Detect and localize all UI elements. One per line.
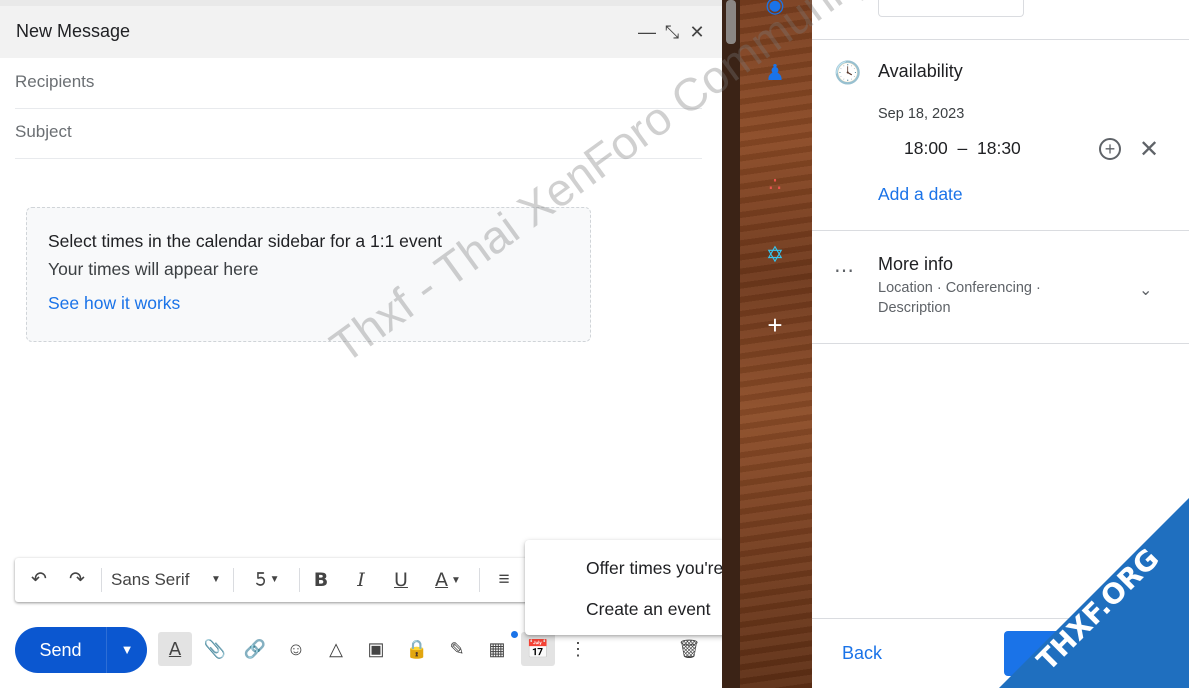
remove-time-icon[interactable]: ✕ [1139, 135, 1159, 164]
link-icon[interactable]: 🔗 [243, 636, 267, 662]
add-date-link[interactable]: Add a date [878, 184, 963, 205]
text-size-icon[interactable]: 𝟻 ▼ [245, 566, 289, 594]
slack-app-icon[interactable]: ✡ [760, 240, 790, 270]
attach-icon[interactable]: 📎 [203, 636, 227, 662]
desktop-background [740, 0, 812, 688]
expand-icon[interactable]: ⤡ [662, 20, 682, 44]
availability-title: Availability [878, 61, 963, 81]
card-title: Select times in the calendar sidebar for… [48, 231, 442, 251]
subject-placeholder: Subject [15, 122, 72, 141]
scrollbar-thumb[interactable] [726, 0, 736, 44]
toolbar-divider [299, 568, 300, 592]
more-info-title: More info [878, 254, 954, 274]
time-end: 18:30 [977, 138, 1021, 158]
availability-date: Sep 18, 2023 [878, 106, 965, 122]
see-how-it-works-link[interactable]: See how it works [48, 293, 180, 314]
calendar-icon[interactable]: 📅 [521, 632, 555, 666]
divider [812, 230, 1189, 231]
back-button[interactable]: Back [842, 643, 882, 664]
toolbar-divider [233, 568, 234, 592]
add-app-icon[interactable]: + [760, 310, 790, 340]
calendar-app-icon[interactable]: ◉ [760, 0, 790, 20]
more-dots-icon: ⋯ [834, 260, 854, 282]
card-subtitle: Your times will appear here [48, 259, 259, 279]
emoji-icon[interactable]: ☺ [284, 636, 308, 662]
undo-icon[interactable]: ↶ [27, 566, 51, 594]
send-button[interactable]: Send ▼ [15, 627, 147, 673]
formatting-toolbar: ↶ ↷ Sans Serif ▼ 𝟻 ▼ B I U A ▼ ≡ [15, 558, 535, 602]
compose-scrollbar[interactable] [722, 0, 740, 688]
toolbar-divider [101, 568, 102, 592]
compose-title: New Message [16, 21, 131, 41]
redo-icon[interactable]: ↷ [65, 566, 89, 594]
font-select-value: Sans Serif [111, 570, 190, 589]
divider [812, 39, 1189, 40]
clock-icon: 🕓 [834, 60, 862, 85]
compose-header: New Message — ⤡ ✕ [0, 6, 722, 58]
menu-item-create-event[interactable]: Create an event [586, 599, 711, 620]
more-options-icon[interactable]: ⋮ [566, 636, 590, 662]
more-info-subtitle: Location · Conferencing · Description [878, 280, 1041, 316]
add-time-icon[interactable]: + [1099, 138, 1121, 160]
italic-icon[interactable]: I [349, 566, 373, 594]
time-start: 18:00 [904, 138, 948, 158]
time-range[interactable]: 18:00 – 18:30 [904, 138, 1021, 159]
new-feature-dot [511, 631, 518, 638]
divider [812, 343, 1189, 344]
asana-app-icon[interactable]: ∴ [760, 170, 790, 200]
scheduling-card: Select times in the calendar sidebar for… [26, 207, 591, 342]
text-color-icon[interactable]: A ▼ [427, 566, 469, 594]
bold-icon[interactable]: B [309, 566, 333, 594]
expand-chevron-icon[interactable]: ⌄ [1139, 280, 1152, 300]
recipients-placeholder: Recipients [15, 72, 95, 91]
image-icon[interactable]: ▣ [364, 636, 388, 662]
drive-icon[interactable]: △ [324, 636, 348, 662]
confidential-lock-icon[interactable]: 🔒 [405, 636, 429, 662]
time-separator: – [957, 138, 968, 158]
contacts-app-icon[interactable]: ♟ [760, 58, 790, 88]
toolbar-divider [479, 568, 480, 592]
close-icon[interactable]: ✕ [687, 20, 707, 44]
underline-icon[interactable]: U [389, 566, 413, 594]
send-label: Send [39, 640, 82, 660]
duration-select[interactable] [878, 0, 1024, 17]
trash-icon[interactable]: 🗑 [677, 636, 701, 662]
formatting-options-icon[interactable]: A [158, 632, 192, 666]
signature-pen-icon[interactable]: ✎ [445, 636, 469, 662]
minimize-icon[interactable]: — [637, 20, 657, 44]
corner-badge: THXF.ORG [999, 498, 1189, 688]
subject-field[interactable]: Subject [15, 108, 702, 159]
recipients-field[interactable]: Recipients [15, 58, 702, 109]
align-icon[interactable]: ≡ [489, 566, 519, 594]
chevron-down-icon[interactable]: ▼ [209, 566, 223, 594]
layouts-icon[interactable]: ▦ [485, 636, 509, 662]
send-options-chevron-icon[interactable]: ▼ [107, 627, 147, 673]
